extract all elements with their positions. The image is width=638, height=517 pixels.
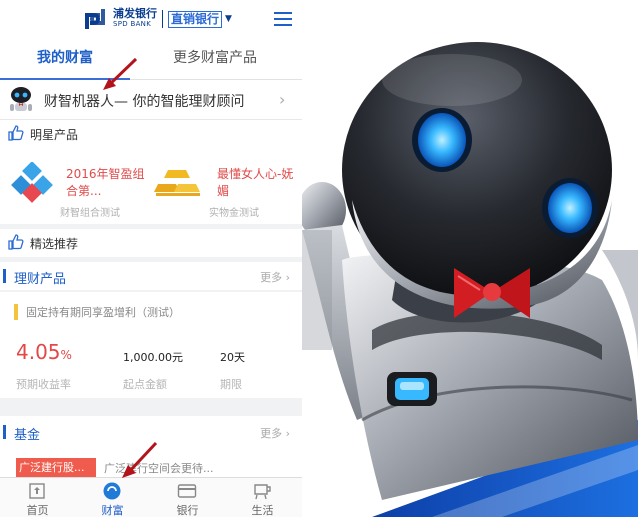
wealth-product-card[interactable]: 固定持有期同享盈增利（测试） 4.05% 1,000.00元 20天 预期收益率… bbox=[0, 292, 302, 398]
nav-label: 生活 bbox=[251, 504, 274, 517]
rate-value: 4.05 bbox=[16, 340, 61, 364]
hamburger-menu-icon[interactable] bbox=[274, 12, 292, 26]
holding-period: 20天 bbox=[220, 351, 245, 364]
bottom-navigation: 首页 财富 银行 生活 bbox=[0, 477, 302, 517]
mobile-banking-app: 浦发银行 SPD BANK 直销银行 ▼ 我的财富 更多财富产品 财智机器人— … bbox=[0, 0, 302, 517]
annotation-arrow-icon bbox=[122, 441, 158, 478]
star-product-name: 2016年智盈组合第... bbox=[66, 167, 145, 198]
wealth-products-title: 理财产品 bbox=[14, 272, 67, 287]
star-product-item[interactable]: 最懂女人心-妩媚 实物金测试 bbox=[151, 148, 302, 224]
robot-advisor-label: 财智机器人— 你的智能理财顾问 bbox=[44, 94, 245, 110]
bank-name: 浦发银行 SPD BANK bbox=[113, 7, 157, 29]
diamond-cluster-icon bbox=[11, 162, 53, 203]
star-products-header: 明星产品 bbox=[0, 120, 302, 148]
robot-image bbox=[302, 0, 638, 517]
section-accent-bar bbox=[3, 425, 6, 439]
card-icon bbox=[177, 484, 197, 498]
funds-more-link[interactable]: 更多 › bbox=[260, 425, 290, 441]
star-product-subtitle: 实物金测试 bbox=[209, 208, 259, 219]
product-tag-bar bbox=[14, 304, 18, 320]
star-products-title: 明星产品 bbox=[30, 128, 79, 142]
more-label: 更多 bbox=[260, 427, 283, 440]
fund-tag: 广泛建行股... bbox=[16, 458, 96, 478]
nav-bank[interactable]: 银行 bbox=[150, 478, 225, 517]
nav-label: 首页 bbox=[26, 504, 49, 517]
nav-wealth[interactable]: 财富 bbox=[75, 478, 150, 517]
amount-caption: 起点金额 bbox=[123, 378, 167, 391]
rate-unit: % bbox=[60, 348, 72, 362]
bank-logo[interactable]: 浦发银行 SPD BANK 直销银行 ▼ bbox=[82, 7, 232, 31]
robot-avatar-icon bbox=[10, 87, 32, 111]
gold-bars-icon bbox=[154, 170, 200, 196]
period-caption: 期限 bbox=[220, 378, 242, 391]
annotation-arrow-icon bbox=[103, 57, 138, 90]
channel-label: 直销银行 bbox=[168, 10, 223, 28]
spd-logo-icon bbox=[85, 9, 105, 29]
star-product-subtitle: 财智组合测试 bbox=[60, 208, 120, 219]
wealth-product-name: 固定持有期同享盈增利（测试） bbox=[26, 306, 180, 319]
star-products: 2016年智盈组合第... 财智组合测试 最懂女人心-妩媚 实物金测试 bbox=[0, 148, 302, 224]
more-label: 更多 bbox=[260, 271, 283, 284]
robot-illustration bbox=[302, 0, 638, 517]
life-icon bbox=[254, 484, 271, 500]
wealth-tabs: 我的财富 更多财富产品 bbox=[0, 38, 302, 81]
expected-return-rate: 4.05% bbox=[16, 340, 72, 364]
home-icon bbox=[29, 483, 45, 499]
wealth-icon bbox=[103, 482, 121, 500]
star-product-name: 最懂女人心-妩媚 bbox=[217, 167, 294, 198]
wealth-products-more-link[interactable]: 更多 › bbox=[260, 269, 290, 285]
minimum-amount: 1,000.00元 bbox=[123, 351, 183, 364]
bank-name-en: SPD BANK bbox=[113, 20, 152, 28]
rate-caption: 预期收益率 bbox=[16, 378, 71, 391]
bank-name-cn: 浦发银行 bbox=[113, 7, 157, 20]
recommended-header: 精选推荐 bbox=[0, 229, 302, 257]
logo-divider bbox=[162, 10, 163, 28]
nav-life[interactable]: 生活 bbox=[225, 478, 300, 517]
chevron-right-icon: › bbox=[279, 90, 286, 109]
recommended-title: 精选推荐 bbox=[30, 237, 79, 251]
thumbs-up-icon bbox=[8, 125, 24, 141]
section-accent-bar bbox=[3, 269, 6, 283]
nav-label: 财富 bbox=[101, 504, 124, 517]
tab-more-products[interactable]: 更多财富产品 bbox=[150, 38, 280, 80]
nav-label: 银行 bbox=[176, 504, 199, 517]
wealth-products-header: 理财产品 更多 › bbox=[0, 262, 302, 290]
star-product-item[interactable]: 2016年智盈组合第... 财智组合测试 bbox=[0, 148, 151, 224]
funds-title: 基金 bbox=[14, 428, 41, 443]
chevron-down-icon: ▼ bbox=[225, 14, 232, 24]
robot-advisor-row[interactable]: 财智机器人— 你的智能理财顾问 › bbox=[0, 80, 302, 120]
thumbs-up-icon bbox=[8, 234, 24, 250]
nav-home[interactable]: 首页 bbox=[0, 478, 75, 517]
app-header: 浦发银行 SPD BANK 直销银行 ▼ bbox=[0, 0, 302, 38]
